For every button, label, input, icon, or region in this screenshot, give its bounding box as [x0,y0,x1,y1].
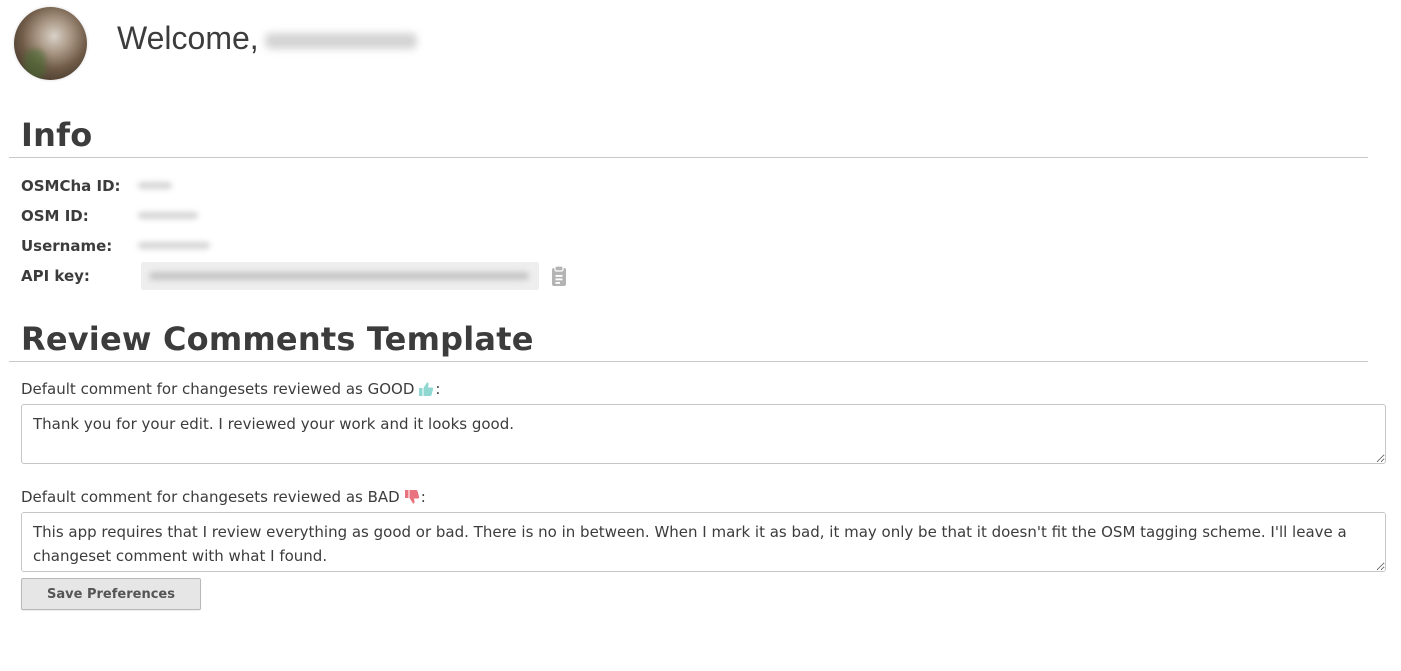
user-avatar [14,7,87,80]
thumbs-up-icon [418,381,434,397]
osm-id-label: OSM ID: [21,207,89,225]
info-section-title: Info [21,116,93,154]
thumbs-down-icon [404,489,420,505]
save-preferences-button[interactable]: Save Preferences [21,578,201,610]
api-key-field[interactable] [141,262,539,290]
username-label: Username: [21,237,113,255]
bad-comment-label: Default comment for changesets reviewed … [21,488,426,506]
review-template-section-title: Review Comments Template [21,320,534,358]
good-comment-textarea[interactable]: Thank you for your edit. I reviewed your… [21,404,1386,464]
welcome-heading: Welcome, [117,20,417,57]
osmcha-id-value-redacted [138,182,172,189]
osmcha-id-row: OSMCha ID: [21,175,121,197]
bad-comment-textarea[interactable]: This app requires that I review everythi… [21,512,1386,572]
username-value-redacted [138,242,210,249]
review-template-divider [9,361,1368,362]
api-key-value-redacted [149,272,529,280]
user-settings-page: Welcome, Info OSMCha ID: OSM ID: Usernam… [0,0,1401,671]
osm-id-value-redacted [138,212,198,219]
welcome-text: Welcome, [117,20,259,56]
username-redacted [264,32,417,49]
clipboard-icon[interactable] [549,264,569,288]
api-key-label: API key: [21,267,90,285]
bad-comment-label-colon: : [420,488,426,506]
info-divider [9,157,1368,158]
api-key-row: API key: [21,265,90,287]
osmcha-id-label: OSMCha ID: [21,177,121,195]
good-comment-label: Default comment for changesets reviewed … [21,380,440,398]
good-comment-label-colon: : [435,380,441,398]
bad-comment-label-text: Default comment for changesets reviewed … [21,488,400,506]
good-comment-label-text: Default comment for changesets reviewed … [21,380,415,398]
osm-id-row: OSM ID: [21,205,89,227]
username-row: Username: [21,235,112,257]
